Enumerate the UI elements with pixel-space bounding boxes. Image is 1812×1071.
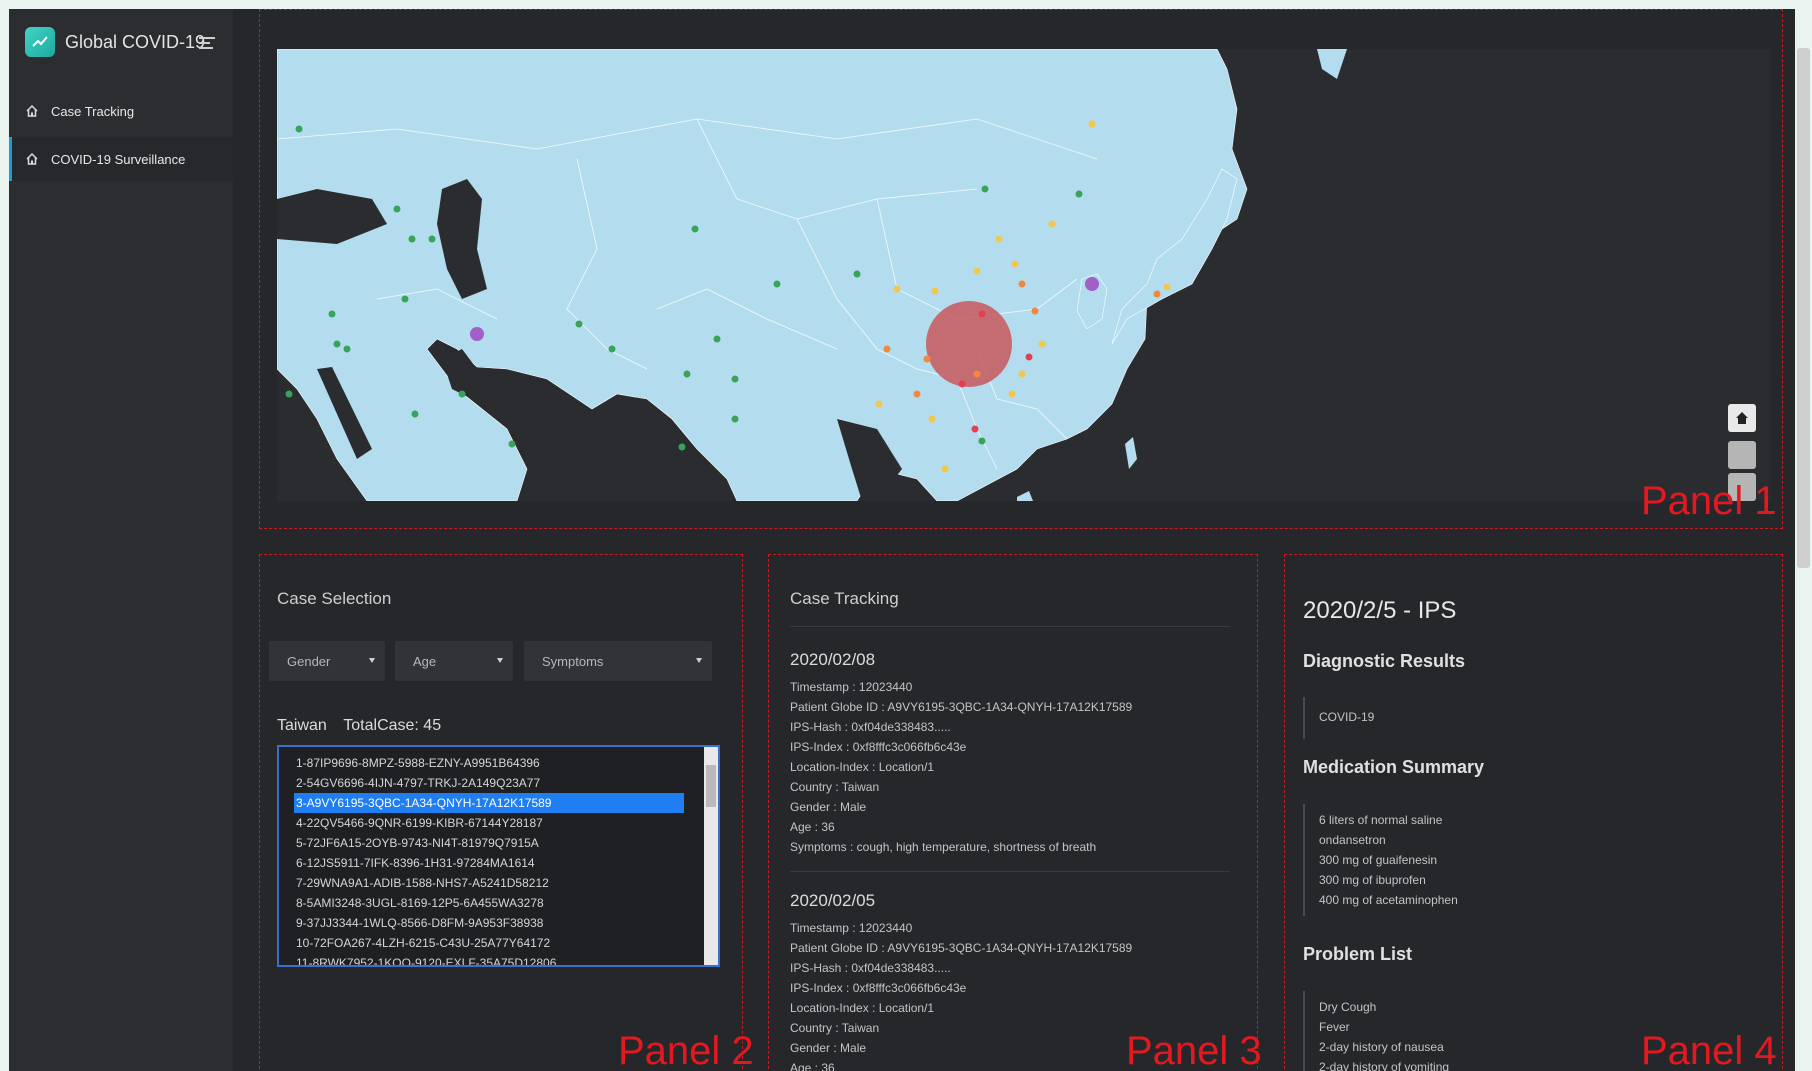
menu-toggle-icon[interactable] [199, 37, 215, 51]
diagnostic-results-list: COVID-19 [1303, 697, 1374, 739]
tracking-line: Age : 36 [790, 1061, 835, 1071]
list-item[interactable]: 7-29WNA9A1-ADIB-1588-NHS7-A5241D58212 [294, 873, 684, 893]
medication-item: 400 mg of acetaminophen [1319, 893, 1458, 907]
country-summary: Taiwan TotalCase: 45 [277, 717, 441, 735]
list-item[interactable]: 1-87IP9696-8MPZ-5988-EZNY-A9951B64396 [294, 753, 684, 773]
tracking-line: Location-Index : Location/1 [790, 1001, 935, 1015]
case-tracking-title: Case Tracking [790, 589, 899, 608]
zoom-in-button[interactable] [1728, 441, 1756, 469]
tracking-line: Gender : Male [790, 800, 867, 814]
panel-3-label: Panel 3 [1126, 1029, 1262, 1071]
problem-list-heading: Problem List [1303, 944, 1413, 964]
symptoms-dropdown[interactable]: Symptoms [524, 641, 712, 681]
case-listbox[interactable]: 1-87IP9696-8MPZ-5988-EZNY-A9951B64396 2-… [277, 745, 720, 967]
scrollbar-thumb[interactable] [706, 765, 716, 807]
home-view-button[interactable] [1728, 404, 1756, 432]
sidebar-item-covid-surveillance[interactable]: COVID-19 Surveillance [9, 137, 233, 181]
tracking-line: Age : 36 [790, 820, 835, 834]
tracking-line: IPS-Hash : 0xf04de338483..... [790, 720, 951, 734]
tracking-entry-date: 2020/02/08 [790, 650, 876, 669]
sidebar: Global COVID-19 Case Tracking COVID-19 S… [9, 9, 233, 1071]
tracking-entry-date: 2020/02/05 [790, 891, 876, 910]
chart-trend-icon [25, 27, 55, 57]
tracking-line: Country : Taiwan [790, 780, 880, 794]
tracking-line: IPS-Index : 0xf8fffc3c066fb6c43e [790, 981, 967, 995]
medication-item: 6 liters of normal saline [1319, 813, 1443, 827]
tracking-line: Gender : Male [790, 1041, 867, 1055]
problem-item: Fever [1319, 1020, 1350, 1034]
divider [790, 626, 1230, 627]
tracking-line: IPS-Index : 0xf8fffc3c066fb6c43e [790, 740, 967, 754]
home-icon [26, 152, 38, 165]
tracking-line: Patient Globe ID : A9VY6195-3QBC-1A34-QN… [790, 941, 1133, 955]
map-svg[interactable] [276, 48, 1771, 502]
hotspot-marker[interactable] [926, 301, 1012, 387]
brand-title: Global COVID-19 [65, 31, 206, 52]
tracking-line: Country : Taiwan [790, 1021, 880, 1035]
medication-item: ondansetron [1319, 833, 1386, 847]
list-item[interactable]: 9-37JJ3344-1WLQ-8566-D8FM-9A953F38938 [294, 913, 684, 933]
gender-dropdown[interactable]: Gender [269, 641, 385, 681]
age-dropdown[interactable]: Age [395, 641, 513, 681]
brand[interactable]: Global COVID-19 [25, 25, 205, 59]
caret-down-icon [369, 658, 375, 663]
listbox-scrollbar[interactable] [704, 747, 718, 965]
panel-4-label: Panel 4 [1641, 1029, 1777, 1071]
list-item-selected[interactable]: 3-A9VY6195-3QBC-1A34-QNYH-17A12K17589 [294, 793, 684, 813]
list-item[interactable]: 11-8RWK7952-1KOO-9120-EXLF-35A75D12806 [294, 953, 684, 965]
map[interactable] [276, 48, 1771, 502]
symptoms-dropdown-value: Symptoms [542, 653, 604, 669]
problem-item: 2-day history of vomiting [1319, 1060, 1450, 1071]
tracking-line: IPS-Hash : 0xf04de338483..... [790, 961, 951, 975]
medication-list: 6 liters of normal saline ondansetron 30… [1303, 804, 1458, 916]
gender-dropdown-value: Gender [287, 653, 331, 669]
sidebar-item-label: Case Tracking [51, 103, 135, 119]
problem-item: Dry Cough [1319, 1000, 1377, 1014]
diagnostic-item: COVID-19 [1319, 710, 1375, 724]
page-scrollbar[interactable] [1797, 48, 1810, 568]
home-icon [1736, 412, 1748, 424]
panel-2-label: Panel 2 [618, 1029, 754, 1071]
ips-title: 2020/2/5 - IPS [1303, 597, 1457, 624]
problem-item: 2-day history of nausea [1319, 1040, 1444, 1054]
tracking-line: Timestamp : 12023440 [790, 921, 913, 935]
list-item[interactable]: 5-72JF6A15-2OYB-9743-NI4T-81979Q7915A [294, 833, 684, 853]
list-item[interactable]: 6-12JS5911-7IFK-8396-1H31-97284MA1614 [294, 853, 684, 873]
caret-down-icon [497, 658, 503, 663]
diagnostic-results-heading: Diagnostic Results [1303, 651, 1466, 671]
panel-1-label: Panel 1 [1641, 479, 1777, 523]
tracking-line: Symptoms : cough, high temperature, shor… [790, 840, 1097, 854]
caret-down-icon [696, 658, 702, 663]
home-icon [26, 104, 38, 117]
list-item[interactable]: 10-72FOA267-4LZH-6215-C43U-25A77Y64172 [294, 933, 684, 953]
list-item[interactable]: 4-22QV5466-9QNR-6199-KIBR-67144Y28187 [294, 813, 684, 833]
medication-summary-heading: Medication Summary [1303, 757, 1485, 777]
list-item[interactable]: 8-5AMI3248-3UGL-8169-12P5-6A455WA3278 [294, 893, 684, 913]
age-dropdown-value: Age [413, 653, 437, 669]
problem-list: Dry Cough Fever 2-day history of nausea … [1303, 991, 1449, 1071]
tracking-line: Patient Globe ID : A9VY6195-3QBC-1A34-QN… [790, 700, 1133, 714]
case-selection-title: Case Selection [277, 589, 392, 608]
medication-item: 300 mg of guaifenesin [1319, 853, 1438, 867]
total-case-label: TotalCase: 45 [343, 717, 442, 734]
sidebar-item-case-tracking[interactable]: Case Tracking [9, 89, 233, 133]
sidebar-item-label: COVID-19 Surveillance [51, 151, 186, 167]
divider [790, 871, 1230, 872]
app-window: Global COVID-19 Case Tracking COVID-19 S… [9, 9, 1795, 1071]
tracking-line: Location-Index : Location/1 [790, 760, 935, 774]
tracking-line: Timestamp : 12023440 [790, 680, 913, 694]
country-label: Taiwan [277, 717, 327, 734]
medication-item: 300 mg of ibuprofen [1319, 873, 1426, 887]
list-item[interactable]: 2-54GV6696-4IJN-4797-TRKJ-2A149Q23A77 [294, 773, 684, 793]
